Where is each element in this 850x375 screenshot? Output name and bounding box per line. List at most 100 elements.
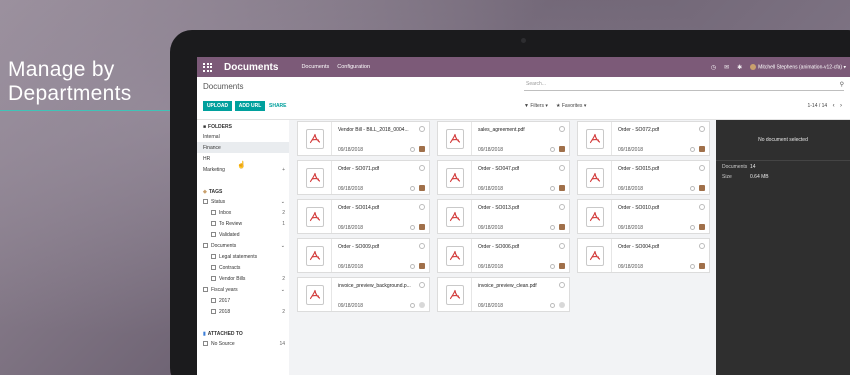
document-card[interactable]: Order - SO072.pdf 09/18/2018 bbox=[577, 121, 710, 156]
card-thumbnail[interactable] bbox=[578, 239, 612, 272]
checkbox[interactable] bbox=[211, 210, 216, 215]
checkbox[interactable] bbox=[211, 232, 216, 237]
upload-button[interactable]: UPLOAD bbox=[203, 101, 232, 111]
select-circle-icon[interactable] bbox=[559, 126, 565, 132]
checkbox[interactable] bbox=[203, 341, 208, 346]
checkbox[interactable] bbox=[211, 221, 216, 226]
menu-documents[interactable]: Documents bbox=[301, 64, 329, 70]
card-thumbnail[interactable] bbox=[298, 239, 332, 272]
select-circle-icon[interactable] bbox=[699, 126, 705, 132]
tag-contracts[interactable]: Contracts bbox=[203, 262, 289, 273]
checkbox[interactable] bbox=[211, 254, 216, 259]
activity-icon[interactable] bbox=[410, 186, 415, 191]
tag-vendor-bills[interactable]: Vendor Bills 2 bbox=[203, 273, 289, 284]
select-circle-icon[interactable] bbox=[559, 243, 565, 249]
select-circle-icon[interactable] bbox=[559, 204, 565, 210]
document-card[interactable]: Order - SO015.pdf 09/18/2018 bbox=[577, 160, 710, 195]
checkbox[interactable] bbox=[211, 309, 216, 314]
caret-icon[interactable]: ⌄ bbox=[281, 199, 285, 205]
add-url-button[interactable]: ADD URL bbox=[235, 101, 265, 111]
select-circle-icon[interactable] bbox=[419, 204, 425, 210]
user-menu[interactable]: Mitchell Stephens (animation-v12-cfa) ▾ bbox=[750, 63, 846, 70]
document-card[interactable]: Order - SO010.pdf 09/18/2018 bbox=[577, 199, 710, 234]
activity-icon[interactable] bbox=[690, 264, 695, 269]
tag-group-fiscal-years[interactable]: Fiscal years ⌄ bbox=[203, 284, 289, 295]
checkbox[interactable] bbox=[203, 243, 208, 248]
folder-marketing[interactable]: Marketing + bbox=[203, 164, 289, 175]
activity-icon[interactable] bbox=[690, 186, 695, 191]
activity-icon[interactable] bbox=[550, 147, 555, 152]
checkbox[interactable] bbox=[211, 276, 216, 281]
folder-internal[interactable]: Internal bbox=[203, 131, 289, 142]
select-circle-icon[interactable] bbox=[699, 165, 705, 171]
document-card[interactable]: Order - SO009.pdf 09/18/2018 bbox=[297, 238, 430, 273]
clock-icon[interactable]: ◷ bbox=[711, 64, 716, 71]
caret-icon[interactable]: ⌄ bbox=[281, 287, 285, 293]
menu-configuration[interactable]: Configuration bbox=[337, 64, 370, 70]
card-thumbnail[interactable] bbox=[298, 200, 332, 233]
search-input[interactable]: Search... ⚲ bbox=[524, 81, 844, 91]
apps-grid-icon[interactable] bbox=[203, 62, 212, 72]
activity-icon[interactable] bbox=[550, 225, 555, 230]
app-title[interactable]: Documents bbox=[224, 62, 278, 73]
checkbox[interactable] bbox=[211, 298, 216, 303]
document-card[interactable]: invoice_preview_background.p... 09/18/201… bbox=[297, 277, 430, 312]
document-card[interactable]: Vendor Bill - BILL_2018_0004... 09/18/201… bbox=[297, 121, 430, 156]
caret-icon[interactable]: ⌄ bbox=[281, 243, 285, 249]
favorites-dropdown[interactable]: ★ Favorites ▾ bbox=[556, 103, 586, 109]
pager-next-icon[interactable]: › bbox=[840, 103, 842, 109]
select-circle-icon[interactable] bbox=[419, 165, 425, 171]
card-thumbnail[interactable] bbox=[438, 239, 472, 272]
select-circle-icon[interactable] bbox=[419, 282, 425, 288]
document-card[interactable]: Order - SO014.pdf 09/18/2018 bbox=[297, 199, 430, 234]
tag-group-documents[interactable]: Documents ⌄ bbox=[203, 240, 289, 251]
checkbox[interactable] bbox=[203, 287, 208, 292]
card-thumbnail[interactable] bbox=[438, 200, 472, 233]
document-card[interactable]: Order - SO004.pdf 09/18/2018 bbox=[577, 238, 710, 273]
document-card[interactable]: invoice_preview_clean.pdf 09/18/2018 bbox=[437, 277, 570, 312]
card-thumbnail[interactable] bbox=[298, 278, 332, 311]
card-thumbnail[interactable] bbox=[438, 278, 472, 311]
document-card[interactable]: Order - SO013.pdf 09/18/2018 bbox=[437, 199, 570, 234]
filters-dropdown[interactable]: ▼ Filters ▾ bbox=[524, 103, 548, 109]
settings-icon[interactable]: ✱ bbox=[737, 64, 742, 71]
select-circle-icon[interactable] bbox=[699, 243, 705, 249]
activity-icon[interactable] bbox=[550, 303, 555, 308]
folder-finance[interactable]: Finance bbox=[197, 142, 289, 153]
chat-icon[interactable]: ✉ bbox=[724, 64, 729, 71]
folder-hr[interactable]: HR bbox=[203, 153, 289, 164]
card-thumbnail[interactable] bbox=[298, 161, 332, 194]
document-card[interactable]: sales_agreement.pdf 09/18/2018 bbox=[437, 121, 570, 156]
select-circle-icon[interactable] bbox=[699, 204, 705, 210]
select-circle-icon[interactable] bbox=[419, 243, 425, 249]
card-thumbnail[interactable] bbox=[438, 161, 472, 194]
activity-icon[interactable] bbox=[690, 225, 695, 230]
tag-2018[interactable]: 2018 2 bbox=[203, 306, 289, 317]
checkbox[interactable] bbox=[211, 265, 216, 270]
tag-2017[interactable]: 2017 bbox=[203, 295, 289, 306]
attached-no-source[interactable]: No Source 14 bbox=[203, 338, 289, 349]
document-card[interactable]: Order - SO047.pdf 09/18/2018 bbox=[437, 160, 570, 195]
tag-group-status[interactable]: Status ⌄ bbox=[203, 196, 289, 207]
select-circle-icon[interactable] bbox=[419, 126, 425, 132]
tag-legal-statements[interactable]: Legal statements bbox=[203, 251, 289, 262]
card-thumbnail[interactable] bbox=[578, 161, 612, 194]
card-thumbnail[interactable] bbox=[298, 122, 332, 155]
share-button[interactable]: SHARE bbox=[269, 101, 287, 111]
select-circle-icon[interactable] bbox=[559, 165, 565, 171]
activity-icon[interactable] bbox=[410, 147, 415, 152]
activity-icon[interactable] bbox=[410, 303, 415, 308]
tag-validated[interactable]: Validated bbox=[203, 229, 289, 240]
select-circle-icon[interactable] bbox=[559, 282, 565, 288]
activity-icon[interactable] bbox=[550, 186, 555, 191]
document-card[interactable]: Order - SO071.pdf 09/18/2018 bbox=[297, 160, 430, 195]
card-thumbnail[interactable] bbox=[438, 122, 472, 155]
card-thumbnail[interactable] bbox=[578, 200, 612, 233]
activity-icon[interactable] bbox=[410, 225, 415, 230]
card-thumbnail[interactable] bbox=[578, 122, 612, 155]
tag-to-review[interactable]: To Review 1 bbox=[203, 218, 289, 229]
activity-icon[interactable] bbox=[550, 264, 555, 269]
search-icon[interactable]: ⚲ bbox=[840, 81, 844, 88]
activity-icon[interactable] bbox=[690, 147, 695, 152]
pager-prev-icon[interactable]: ‹ bbox=[833, 103, 835, 109]
